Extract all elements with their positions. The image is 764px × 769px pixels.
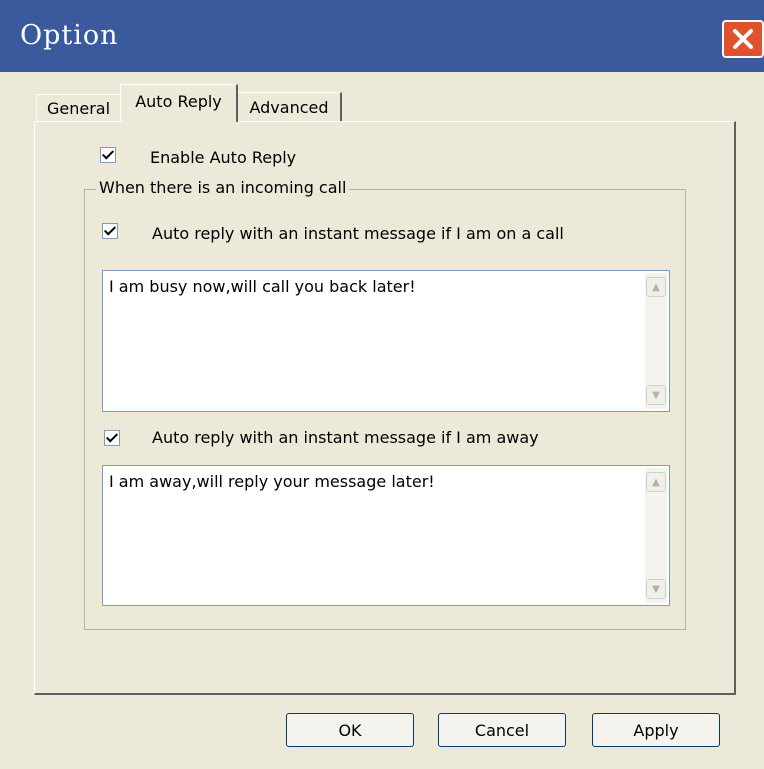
apply-button[interactable]: Apply xyxy=(592,713,720,747)
on-call-message-scrollbar[interactable]: ▲ ▼ xyxy=(645,273,667,409)
away-message-input[interactable]: I am away,will reply your message later!… xyxy=(102,465,670,606)
away-message-text: I am away,will reply your message later! xyxy=(109,472,435,491)
tab-general[interactable]: General xyxy=(36,94,120,122)
scroll-down-arrow-icon[interactable]: ▼ xyxy=(646,385,666,405)
scroll-down-arrow-icon[interactable]: ▼ xyxy=(646,579,666,599)
scroll-up-arrow-icon[interactable]: ▲ xyxy=(646,472,666,492)
cancel-button[interactable]: Cancel xyxy=(438,713,566,747)
enable-auto-reply-label: Enable Auto Reply xyxy=(150,148,297,167)
title-bar[interactable]: Option xyxy=(0,0,764,72)
away-reply-label: Auto reply with an instant message if I … xyxy=(152,428,539,447)
scroll-up-arrow-icon[interactable]: ▲ xyxy=(646,277,666,297)
away-reply-checkbox[interactable] xyxy=(104,430,120,446)
enable-auto-reply-checkbox[interactable] xyxy=(100,147,116,163)
close-icon xyxy=(733,29,753,49)
window-title: Option xyxy=(20,20,119,51)
ok-button[interactable]: OK xyxy=(286,713,414,747)
on-call-message-input[interactable]: I am busy now,will call you back later! … xyxy=(102,270,670,412)
away-message-scrollbar[interactable]: ▲ ▼ xyxy=(645,468,667,603)
on-call-reply-label: Auto reply with an instant message if I … xyxy=(152,224,564,243)
tab-advanced[interactable]: Advanced xyxy=(238,92,342,122)
close-button[interactable] xyxy=(722,20,764,58)
dialog-body: General Auto Reply Advanced Enable Auto … xyxy=(0,72,764,769)
on-call-message-text: I am busy now,will call you back later! xyxy=(109,277,416,296)
option-dialog: Option General Auto Reply Advanced Enabl… xyxy=(0,0,764,769)
incoming-call-group-label: When there is an incoming call xyxy=(96,178,350,197)
on-call-reply-checkbox[interactable] xyxy=(102,223,118,239)
tab-auto-reply[interactable]: Auto Reply xyxy=(120,84,238,122)
